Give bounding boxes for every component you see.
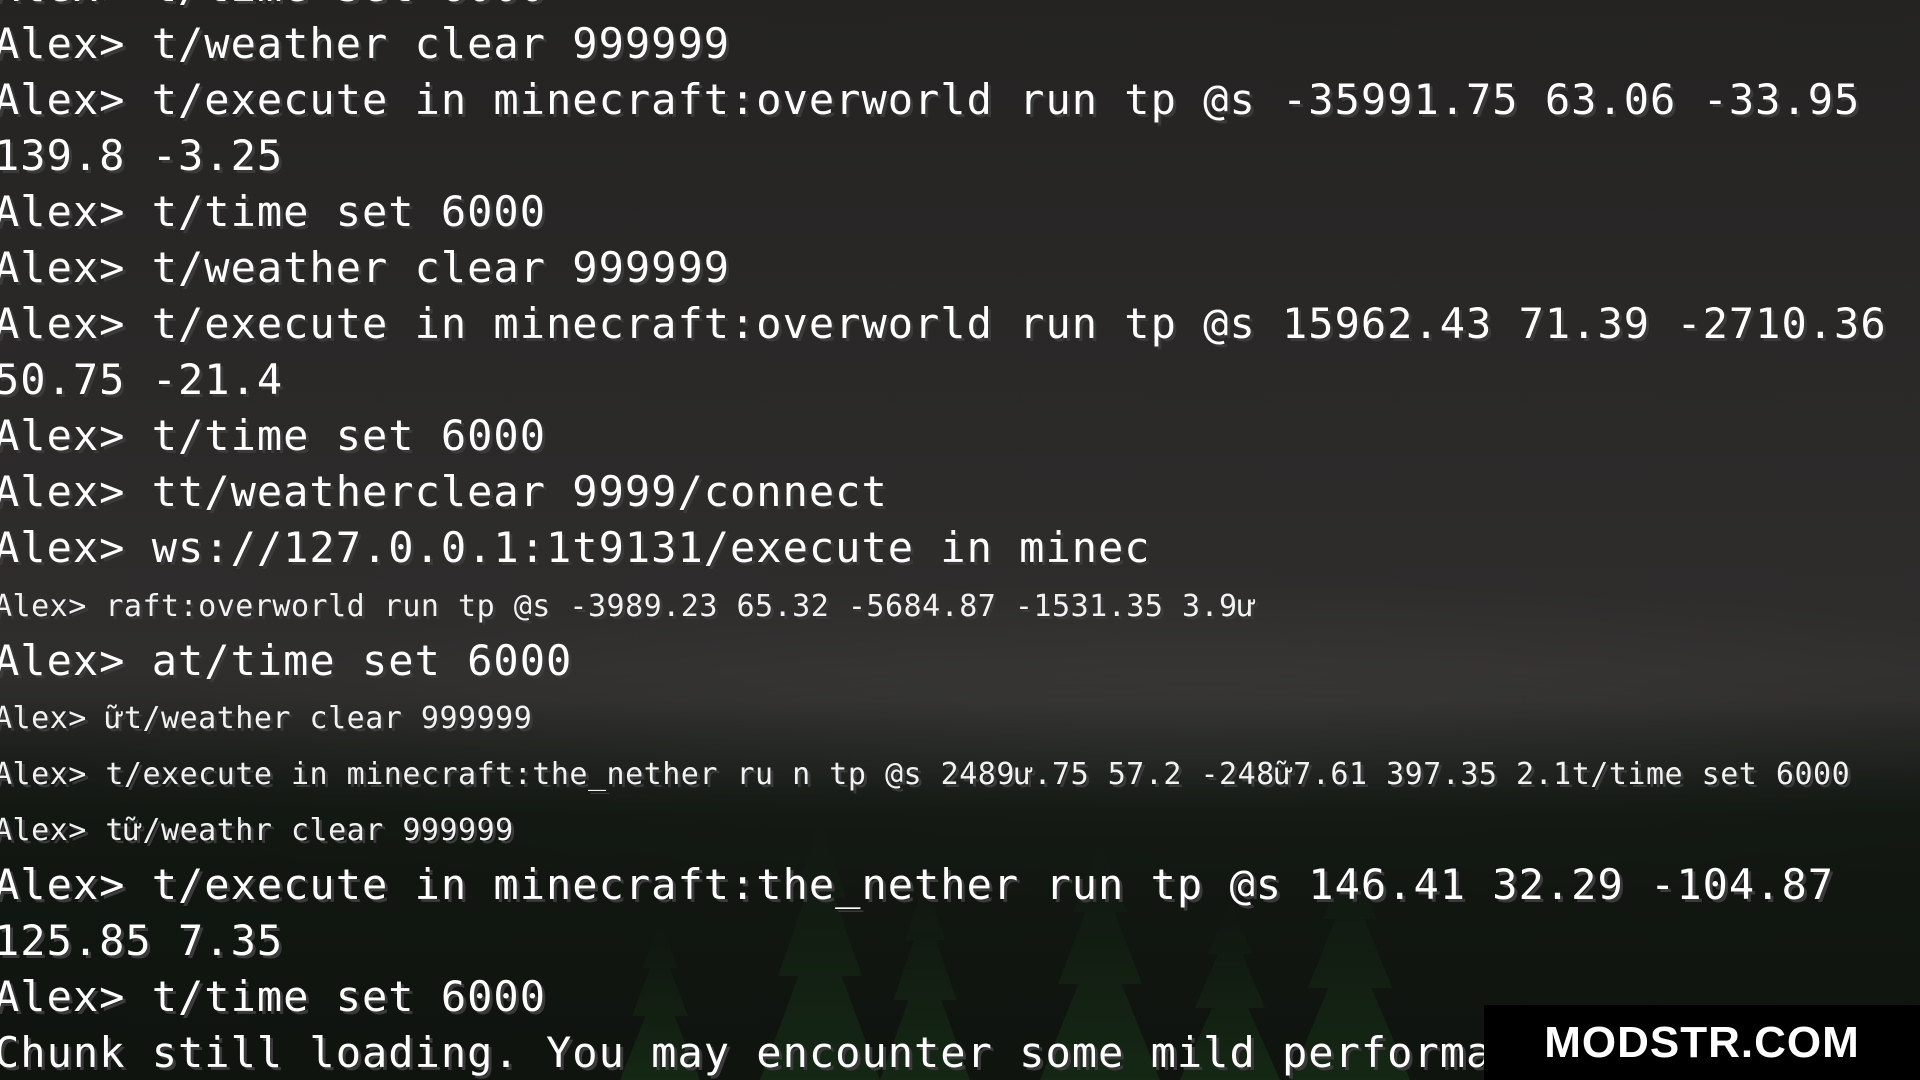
chat-line: Alex> tt/weatherclear 9999/connect xyxy=(0,467,888,516)
chat-line: Alex> t/time set 6000 xyxy=(0,411,547,460)
chat-line: Alex> t/time set 6000 xyxy=(0,187,547,236)
watermark-banner: MODSTR.COM xyxy=(1484,1005,1920,1080)
chat-line: Alex> ữt/weather clear 999999 xyxy=(0,701,533,736)
chat-line: Alex> t/weather clear 999999 xyxy=(0,243,731,292)
game-screen: Alex> t/time set 6000 Alex> t/weather cl… xyxy=(0,0,1920,1080)
chat-line: Alex> t/weather clear 999999 xyxy=(0,19,731,68)
chat-line: 139.8 -3.25 xyxy=(0,131,284,180)
chat-line: Alex> tữ/weathr clear 999999 xyxy=(0,813,514,848)
chat-line: 50.75 -21.4 xyxy=(0,355,284,404)
chat-line: Alex> t/execute in minecraft:overworld r… xyxy=(0,75,1861,124)
chat-line: Alex> at/time set 6000 xyxy=(0,636,573,685)
chat-line: 125.85 7.35 xyxy=(0,916,284,965)
chat-log: Alex> t/time set 6000 Alex> t/weather cl… xyxy=(0,0,1920,1080)
chat-line: Alex> t/execute in minecraft:overworld r… xyxy=(0,299,1887,348)
chat-line: Alex> ws://127.0.0.1:1t9131/execute in m… xyxy=(0,523,1151,572)
chat-line: Alex> t/time set 6000 xyxy=(0,972,547,1021)
chat-line: Alex> t/execute in minecraft:the_nether … xyxy=(0,860,1835,909)
chat-line: Alex> t/execute in minecraft:the_nether … xyxy=(0,757,1851,792)
chat-line: Alex> t/time set 6000 xyxy=(0,0,546,8)
watermark-text: MODSTR.COM xyxy=(1544,1017,1860,1067)
status-message: Chunk still loading. You may encounter s… xyxy=(0,1028,1545,1077)
chat-line: Alex> raft:overworld run tp @s -3989.23 … xyxy=(0,589,1257,624)
